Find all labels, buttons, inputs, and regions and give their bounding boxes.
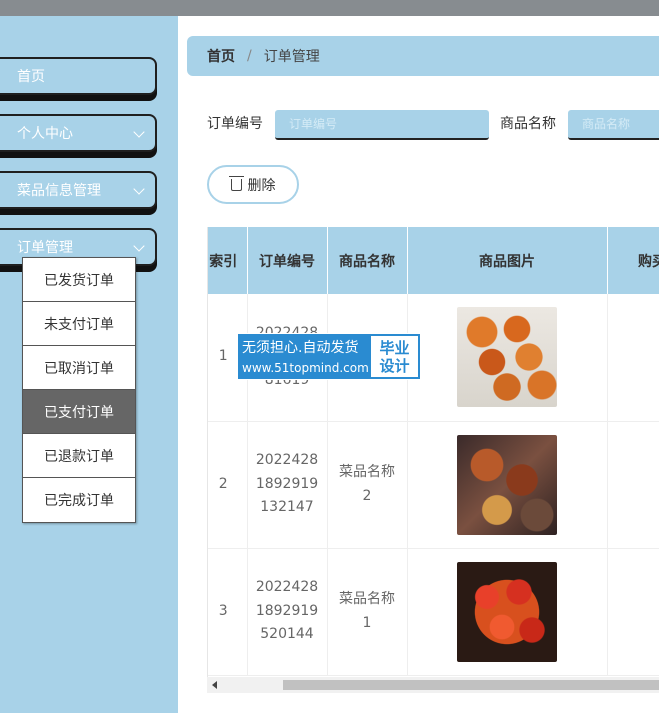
sidebar-item-label: 订单管理 (17, 240, 73, 256)
submenu-item-unpaid[interactable]: 未支付订单 (23, 302, 135, 346)
order-number-line: 1892919 (255, 475, 319, 492)
submenu-item-cancelled[interactable]: 已取消订单 (23, 346, 135, 390)
orders-table: 索引 订单编号 商品名称 商品图片 购买数量 1 2022428 1892919… (207, 227, 659, 677)
watermark-badge-bottom: 设计 (379, 356, 410, 375)
cell-product-image (407, 421, 608, 549)
cell-quantity: 1 (607, 548, 659, 676)
product-name-line: 2 (362, 487, 372, 504)
cell-quantity: 3 (607, 294, 659, 422)
cell-order-number: 2022428 1892919 520144 (247, 548, 328, 676)
watermark-url: www.51topmind.com (242, 361, 369, 375)
sidebar-item-label: 菜品信息管理 (17, 183, 101, 199)
cell-index: 2 (208, 421, 248, 549)
sidebar-item-label: 个人中心 (17, 126, 73, 142)
watermark-slogan: 无须担心.自动发货 (242, 340, 359, 356)
roasted-wings-image[interactable] (457, 307, 557, 408)
scroll-left-arrow-icon[interactable] (212, 681, 217, 689)
cell-product-image (407, 548, 608, 676)
sidebar-item-label: 首页 (17, 69, 45, 85)
order-number-label: 订单编号 (207, 116, 263, 132)
table-header-row: 索引 订单编号 商品名称 商品图片 购买数量 (208, 227, 659, 294)
column-header-product-name: 商品名称 (327, 227, 408, 294)
cell-quantity: 2 (607, 421, 659, 549)
submenu-item-completed[interactable]: 已完成订单 (23, 478, 135, 522)
sidebar-item-home[interactable]: 首页 (0, 57, 157, 95)
watermark-badge-top: 毕业 (379, 338, 410, 357)
chevron-down-icon (133, 240, 145, 252)
cell-order-number: 2022428 1892919 132147 (247, 421, 328, 549)
cell-product-name: 菜品名称 1 (327, 548, 408, 676)
watermark-badge: 毕业 设计 (371, 336, 418, 377)
sidebar-item-dish-management[interactable]: 菜品信息管理 (0, 171, 157, 209)
order-number-line: 132147 (260, 499, 314, 516)
order-number-line: 2022428 (255, 451, 319, 468)
order-number-input[interactable] (275, 110, 489, 140)
breadcrumb-current: 订单管理 (263, 49, 320, 65)
horizontal-scrollbar[interactable] (207, 677, 659, 693)
scrollbar-thumb[interactable] (283, 680, 659, 690)
product-name-line: 菜品名称 (339, 590, 395, 607)
breadcrumb-home[interactable]: 首页 (207, 46, 235, 66)
cell-product-image (407, 294, 608, 422)
submenu-item-paid[interactable]: 已支付订单 (23, 390, 135, 434)
watermark-overlay: 无须担心.自动发货 www.51topmind.com 毕业 设计 (237, 333, 421, 380)
breadcrumb: 首页 / 订单管理 (187, 36, 659, 76)
cell-product-name: 菜品名称 2 (327, 421, 408, 549)
order-number-line: 1892919 (255, 602, 319, 619)
crayfish-hotpot-image[interactable] (457, 561, 557, 662)
delete-button[interactable]: 删除 (207, 165, 299, 204)
product-name-line: 菜品名称 (339, 463, 395, 480)
submenu-item-refunded[interactable]: 已退款订单 (23, 434, 135, 478)
cell-index: 3 (208, 548, 248, 676)
delete-button-label: 删除 (247, 177, 276, 194)
column-header-product-image: 商品图片 (407, 227, 608, 294)
product-name-line: 1 (362, 614, 372, 631)
chevron-down-icon (133, 183, 145, 195)
trash-icon (228, 175, 244, 191)
table-row[interactable]: 2 2022428 1892919 132147 菜品名称 2 2 (208, 421, 659, 549)
table-row[interactable]: 3 2022428 1892919 520144 菜品名称 1 1 (208, 548, 659, 676)
breadcrumb-separator: / (247, 48, 252, 64)
column-header-index: 索引 (208, 227, 248, 294)
chevron-down-icon (133, 126, 145, 138)
order-number-line: 520144 (260, 626, 314, 643)
watermark-text: 无须担心.自动发货 www.51topmind.com (238, 334, 369, 379)
product-name-input[interactable] (568, 110, 659, 140)
top-bar (0, 0, 659, 16)
grilled-skewers-image[interactable] (457, 434, 557, 535)
product-name-label: 商品名称 (500, 116, 556, 132)
column-header-order-number: 订单编号 (247, 227, 328, 294)
column-header-quantity: 购买数量 (607, 227, 659, 294)
order-number-line: 2022428 (255, 578, 319, 595)
sidebar-item-personal-center[interactable]: 个人中心 (0, 114, 157, 152)
submenu-item-shipped[interactable]: 已发货订单 (23, 258, 135, 302)
order-submenu: 已发货订单 未支付订单 已取消订单 已支付订单 已退款订单 已完成订单 (22, 257, 136, 523)
